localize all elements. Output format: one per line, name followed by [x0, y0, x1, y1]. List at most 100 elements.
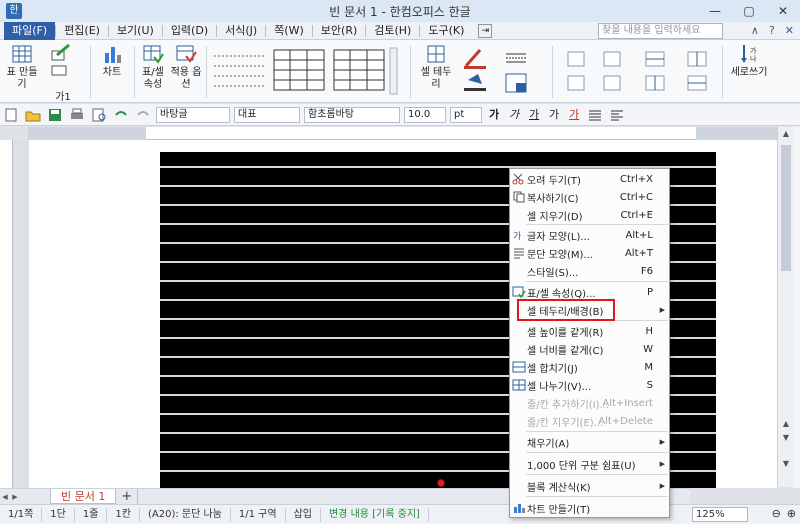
- style-select[interactable]: 바탕글: [156, 106, 230, 123]
- add-tab-button[interactable]: +: [116, 489, 139, 504]
- redo-icon[interactable]: [135, 108, 151, 122]
- menu-item-label: 오려 두기(T): [527, 175, 581, 187]
- status-page[interactable]: 1/1쪽: [0, 507, 43, 522]
- font-color-button[interactable]: 가: [566, 107, 582, 123]
- scroll-down-icon[interactable]: ▼: [778, 457, 794, 471]
- status-section[interactable]: 1/1 구역: [231, 507, 286, 522]
- menu-format[interactable]: 서식(J): [217, 22, 265, 40]
- title-bar: 한 빈 문서 1 - 한컴오피스 한글 — ▢ ✕: [0, 0, 800, 22]
- menu-item-style[interactable]: 스타일(S)... F6: [510, 262, 669, 280]
- new-doc-icon[interactable]: [3, 108, 19, 122]
- cell-border-button[interactable]: 셀 테두리: [418, 43, 454, 91]
- menu-security[interactable]: 보안(R): [313, 22, 365, 40]
- scroll-down-page-icon[interactable]: ▼: [778, 431, 794, 445]
- menu-item-equal-width[interactable]: 셀 너비를 같게(C) W: [510, 340, 669, 358]
- table-cell-props-button[interactable]: 표/셀 속성: [138, 43, 168, 91]
- vertical-writing-button[interactable]: 가나 세로쓰기: [726, 43, 772, 79]
- chart-button[interactable]: 차트: [96, 43, 128, 79]
- vertical-scrollbar[interactable]: ▲ ▲ ▼ ▼: [777, 127, 793, 487]
- apply-options-icon: [176, 45, 197, 63]
- menu-item-fill[interactable]: 채우기(A) ▶: [510, 433, 669, 451]
- menu-item-thousands-separator[interactable]: 1,000 단위 구분 쉼표(U) ▶: [510, 455, 669, 473]
- menu-item-label: 줄/칸 지우기(E)...: [527, 417, 604, 429]
- underline-button[interactable]: 가: [526, 107, 542, 123]
- menu-file[interactable]: 파일(F): [4, 21, 56, 40]
- apply-options-label: 적용 옵션: [170, 67, 202, 90]
- scissors-icon: [512, 173, 524, 185]
- menu-insert[interactable]: 입력(D): [163, 22, 216, 40]
- status-line: 1줄: [75, 507, 108, 522]
- close-doc-icon[interactable]: ✕: [785, 22, 794, 40]
- restore-button[interactable]: ▢: [732, 0, 766, 22]
- tab-first-icon[interactable]: ◀: [0, 493, 10, 501]
- zoom-out-icon[interactable]: ⊖: [772, 507, 781, 520]
- bold-button[interactable]: 가: [486, 107, 502, 123]
- table-style-gallery[interactable]: [210, 46, 398, 96]
- menu-item-merge-cells[interactable]: 셀 합치기(J) M: [510, 358, 669, 376]
- close-button[interactable]: ✕: [766, 0, 800, 22]
- border-style-tools[interactable]: [460, 46, 540, 96]
- minimize-button[interactable]: —: [698, 0, 732, 22]
- scroll-up-page-icon[interactable]: ▲: [778, 417, 794, 431]
- hwp-app-icon[interactable]: 한: [6, 3, 22, 19]
- language-select[interactable]: 대표: [234, 106, 300, 123]
- menu-item-split-cells[interactable]: 셀 나누기(V)... S: [510, 376, 669, 394]
- help-search-input[interactable]: 찾을 내용을 입력하세요: [598, 23, 723, 39]
- scroll-up-icon[interactable]: ▲: [778, 127, 794, 141]
- pin-ribbon-icon[interactable]: ⇥: [478, 23, 493, 38]
- menu-item-delete-row-col: 줄/칸 지우기(E)... Alt+Delete: [510, 412, 669, 430]
- submenu-arrow-icon: ▶: [659, 482, 665, 490]
- zoom-select[interactable]: 125%: [692, 507, 748, 522]
- undo-icon[interactable]: [113, 108, 129, 122]
- menu-edit[interactable]: 편집(E): [56, 22, 108, 40]
- submenu-arrow-icon: ▶: [659, 438, 665, 446]
- pen-style-button[interactable]: [46, 43, 76, 80]
- menu-review[interactable]: 검토(H): [366, 22, 419, 40]
- italic-button[interactable]: 가: [506, 107, 522, 123]
- tab-document-1[interactable]: 빈 문서 1: [50, 489, 117, 504]
- tab-next-icon[interactable]: ▶: [10, 493, 20, 501]
- font-size-input[interactable]: 10.0: [404, 106, 446, 123]
- menu-item-label: 스타일(S)...: [527, 267, 579, 279]
- menu-item-para-shape[interactable]: 문단 모양(M)... Alt+T: [510, 244, 669, 262]
- scroll-thumb[interactable]: [781, 145, 791, 271]
- status-insert-mode[interactable]: 삽입: [286, 507, 321, 522]
- menu-item-shortcut: Alt+Delete: [598, 415, 653, 427]
- menu-tools[interactable]: 도구(K): [420, 22, 472, 40]
- menu-item-clear-cell[interactable]: 셀 지우기(D) Ctrl+E: [510, 206, 669, 224]
- menu-item-copy[interactable]: 복사하기(C) Ctrl+C: [510, 188, 669, 206]
- formatting-toolbar: 바탕글 대표 함초롬바탕 10.0 pt 가 가 가 가 가: [0, 104, 800, 126]
- font-unit-select[interactable]: pt: [450, 106, 482, 123]
- menu-page[interactable]: 쪽(W): [266, 22, 312, 40]
- save-icon[interactable]: [47, 108, 63, 122]
- status-track-changes[interactable]: 변경 내용 [기록 중지]: [321, 507, 429, 522]
- menu-item-char-shape[interactable]: 가 글자 모양(L)... Alt+L: [510, 226, 669, 244]
- open-folder-icon[interactable]: [25, 108, 41, 122]
- menu-item-make-chart[interactable]: 차트 만들기(T): [510, 499, 669, 517]
- vertical-text-icon: 가나: [741, 45, 757, 63]
- zoom-in-icon[interactable]: ⊕: [787, 507, 796, 520]
- window-edge: [793, 126, 800, 488]
- menu-item-equal-height[interactable]: 셀 높이를 같게(R) H: [510, 322, 669, 340]
- help-icon[interactable]: ?: [769, 22, 775, 40]
- make-table-button[interactable]: 표 만들기: [4, 43, 40, 91]
- menu-item-cut[interactable]: 오려 두기(T) Ctrl+X: [510, 170, 669, 188]
- submenu-arrow-icon: ▶: [659, 306, 665, 314]
- svg-text:가: 가: [513, 231, 521, 241]
- vertical-ruler[interactable]: [0, 140, 13, 490]
- align-left-icon[interactable]: [609, 108, 625, 122]
- font-select[interactable]: 함초롬바탕: [304, 106, 400, 123]
- collapse-ribbon-icon[interactable]: ∧: [751, 22, 759, 40]
- outline-button[interactable]: 가: [546, 107, 562, 123]
- horizontal-ruler[interactable]: [28, 127, 778, 140]
- cell-tools-group[interactable]: [558, 46, 718, 96]
- window-title: 빈 문서 1 - 한컴오피스 한글: [329, 4, 471, 19]
- menu-item-block-formula[interactable]: 블록 계산식(K) ▶: [510, 477, 669, 495]
- table-icon: [12, 45, 32, 63]
- menu-item-shortcut: M: [644, 361, 653, 373]
- menu-view[interactable]: 보기(U): [109, 22, 162, 40]
- apply-options-button[interactable]: 적용 옵션: [170, 43, 202, 91]
- preview-icon[interactable]: [91, 108, 107, 122]
- print-icon[interactable]: [69, 108, 85, 122]
- align-justify-icon[interactable]: [587, 108, 603, 122]
